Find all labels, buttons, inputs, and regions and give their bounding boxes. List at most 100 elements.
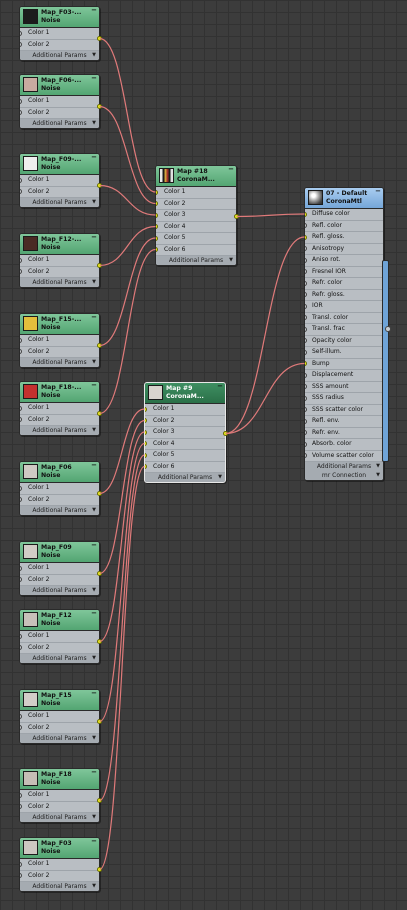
input-socket-icon[interactable]	[20, 405, 22, 411]
node-header[interactable]: Map_F06 Noise −	[20, 462, 99, 483]
collapse-icon[interactable]: −	[375, 188, 381, 195]
input-slot[interactable]: Color 2	[20, 723, 99, 734]
connection-wire[interactable]	[99, 431, 145, 643]
additional-params-rollout[interactable]: Additional Params ▼	[20, 358, 99, 367]
input-socket-icon[interactable]	[305, 361, 307, 366]
material-slot[interactable]: SSS scatter color	[305, 405, 383, 416]
node-header[interactable]: Map_F18-... Noise −	[20, 382, 99, 403]
input-socket-icon[interactable]	[20, 725, 22, 730]
noise-node[interactable]: Map_F15-... Noise − Color 1 Color 2 Addi…	[19, 313, 102, 368]
additional-params-rollout[interactable]: Additional Params ▼	[20, 882, 99, 891]
collapse-icon[interactable]: −	[91, 75, 97, 82]
input-socket-icon[interactable]	[156, 247, 158, 252]
output-socket-icon[interactable]	[97, 639, 102, 644]
connection-wire[interactable]	[99, 237, 156, 347]
connection-wire[interactable]	[99, 225, 156, 267]
material-slot[interactable]: IOR	[305, 301, 383, 313]
material-slot[interactable]: Refr. env.	[305, 428, 383, 439]
input-socket-icon[interactable]	[156, 224, 158, 229]
connection-wire[interactable]	[225, 362, 305, 435]
material-slot[interactable]: Bump	[305, 359, 383, 370]
input-socket-icon[interactable]	[20, 645, 22, 650]
input-slot[interactable]: Color 2	[20, 643, 99, 654]
input-socket-icon[interactable]	[20, 417, 22, 422]
input-socket-icon[interactable]	[20, 177, 22, 183]
input-socket-icon[interactable]	[145, 441, 147, 446]
connection-wire[interactable]	[99, 105, 156, 205]
input-socket-icon[interactable]	[305, 303, 307, 309]
noise-node[interactable]: Map_F15 Noise − Color 1 Color 2 Addition…	[19, 689, 102, 744]
input-slot[interactable]: Color 5	[145, 450, 225, 462]
input-slot[interactable]: Color 1	[20, 631, 99, 643]
material-slot[interactable]: Fresnel IOR	[305, 267, 383, 278]
input-slot[interactable]: Color 3	[156, 210, 236, 222]
input-socket-icon[interactable]	[305, 280, 307, 286]
output-socket-icon[interactable]	[97, 571, 102, 576]
input-socket-icon[interactable]	[20, 110, 22, 115]
input-slot[interactable]: Color 3	[145, 427, 225, 439]
connection-wire[interactable]	[99, 184, 156, 216]
node-header[interactable]: Map_F12-... Noise −	[20, 234, 99, 255]
input-socket-icon[interactable]	[20, 497, 22, 502]
input-slot[interactable]: Color 1	[156, 187, 236, 199]
input-slot[interactable]: Color 1	[20, 483, 99, 495]
input-slot[interactable]: Color 2	[20, 415, 99, 426]
noise-node[interactable]: Map_F09 Noise − Color 1 Color 2 Addition…	[19, 541, 102, 596]
input-socket-icon[interactable]	[20, 577, 22, 582]
connection-wire[interactable]	[98, 454, 146, 802]
material-slot[interactable]: Refr. gloss.	[305, 290, 383, 301]
material-slot[interactable]: SSS radius	[305, 393, 383, 405]
output-socket-icon[interactable]	[97, 36, 102, 41]
input-socket-icon[interactable]	[305, 372, 307, 378]
noise-node[interactable]: Map_F06-... Noise − Color 1 Color 2 Addi…	[19, 74, 102, 129]
material-scrollbar[interactable]	[382, 260, 389, 462]
input-slot[interactable]: Color 5	[156, 233, 236, 245]
input-slot[interactable]: Color 1	[20, 859, 99, 871]
input-socket-icon[interactable]	[20, 565, 22, 571]
input-socket-icon[interactable]	[156, 189, 158, 195]
additional-params-rollout[interactable]: Additional Params ▼	[20, 813, 99, 822]
input-slot[interactable]: Color 1	[20, 255, 99, 267]
input-socket-icon[interactable]	[20, 873, 22, 878]
input-socket-icon[interactable]	[20, 30, 22, 36]
input-socket-icon[interactable]	[145, 464, 147, 469]
input-slot[interactable]: Color 2	[156, 199, 236, 210]
input-socket-icon[interactable]	[305, 234, 307, 240]
corona-material-node[interactable]: 07 - Default CoronaMtl − Diffuse color Re…	[304, 187, 384, 481]
connection-wire[interactable]	[98, 465, 146, 871]
input-slot[interactable]: Color 4	[156, 222, 236, 233]
connection-wire[interactable]	[99, 37, 156, 193]
output-socket-icon[interactable]	[97, 263, 102, 268]
input-socket-icon[interactable]	[305, 223, 307, 228]
output-socket-icon[interactable]	[97, 867, 102, 872]
input-socket-icon[interactable]	[156, 212, 158, 218]
connection-wire[interactable]	[225, 236, 305, 435]
additional-params-rollout[interactable]: Additional Params ▼	[20, 734, 99, 743]
additional-params-rollout[interactable]: Additional Params ▼	[145, 473, 225, 482]
input-socket-icon[interactable]	[305, 315, 307, 320]
collapse-icon[interactable]: −	[91, 382, 97, 389]
material-slot[interactable]: Refl. env.	[305, 416, 383, 428]
input-socket-icon[interactable]	[305, 395, 307, 401]
material-slot[interactable]: Refl. gloss.	[305, 232, 383, 244]
input-socket-icon[interactable]	[305, 338, 307, 343]
input-socket-icon[interactable]	[145, 452, 147, 458]
additional-params-rollout[interactable]: Additional Params ▼	[20, 426, 99, 435]
node-header[interactable]: Map_F03 Noise −	[20, 838, 99, 859]
material-slot[interactable]: Self-illum.	[305, 347, 383, 359]
noise-node[interactable]: Map_F12 Noise − Color 1 Color 2 Addition…	[19, 609, 102, 664]
input-socket-icon[interactable]	[305, 453, 307, 458]
input-slot[interactable]: Color 4	[145, 439, 225, 450]
input-socket-icon[interactable]	[305, 292, 307, 297]
material-slot[interactable]: Refl. color	[305, 221, 383, 232]
additional-params-rollout[interactable]: Additional Params ▼	[305, 462, 383, 471]
node-header[interactable]: Map_F15-... Noise −	[20, 314, 99, 335]
mr-connection-rollout[interactable]: mr Connection ▼	[305, 471, 383, 480]
input-slot[interactable]: Color 2	[20, 871, 99, 882]
input-slot[interactable]: Color 2	[20, 40, 99, 51]
collapse-icon[interactable]: −	[91, 154, 97, 161]
noise-node[interactable]: Map_F06 Noise − Color 1 Color 2 Addition…	[19, 461, 102, 516]
additional-params-rollout[interactable]: Additional Params ▼	[20, 51, 99, 60]
input-slot[interactable]: Color 1	[20, 790, 99, 802]
material-slot[interactable]: Transl. color	[305, 313, 383, 324]
